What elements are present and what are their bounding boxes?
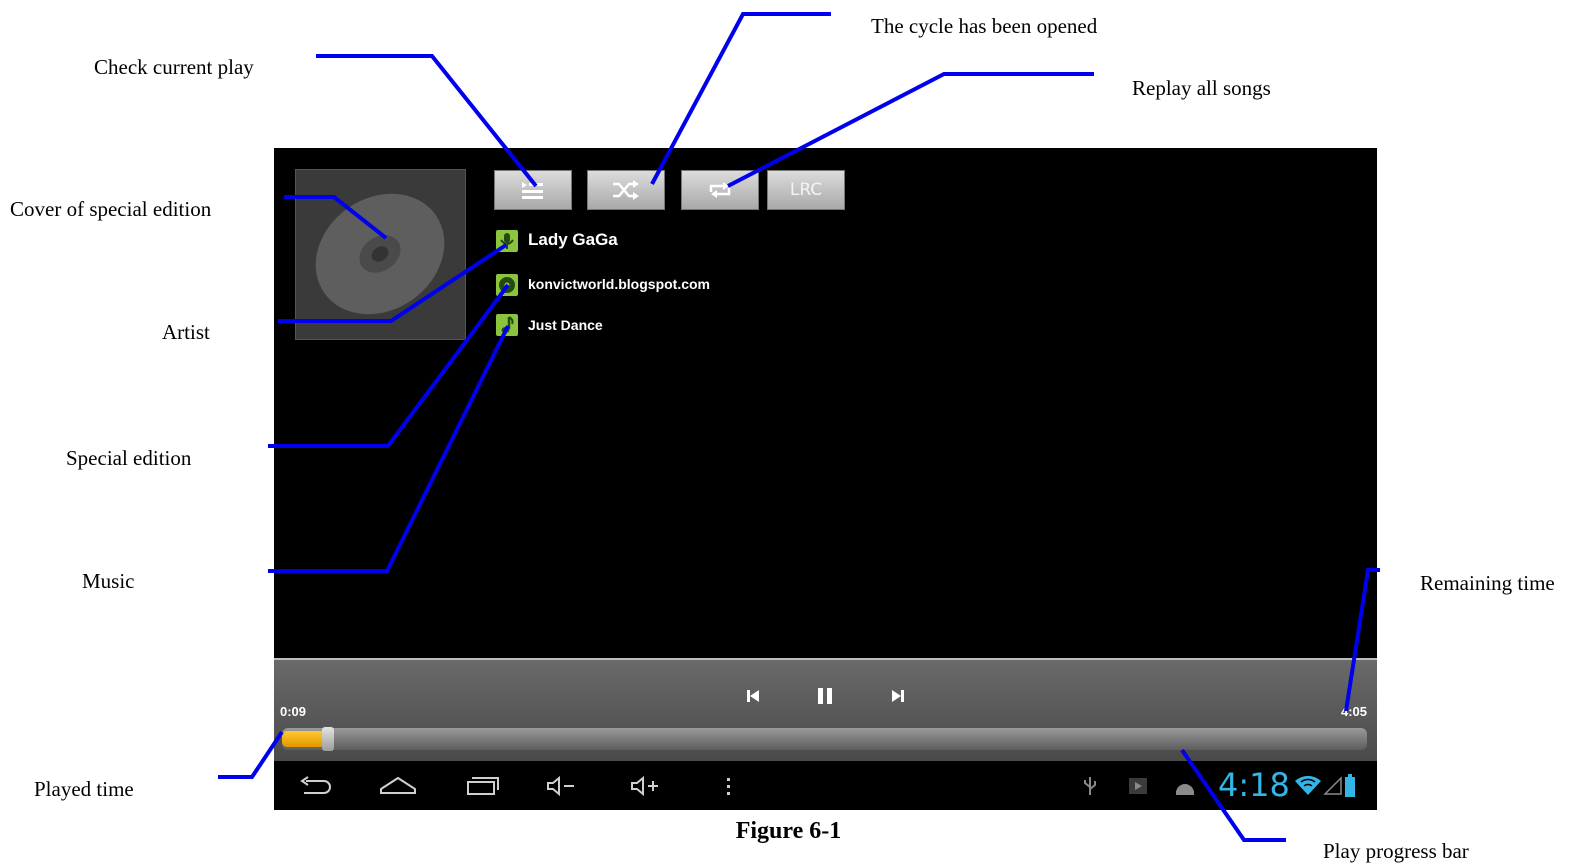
song-title: Just Dance [528,317,603,333]
pause-icon [818,688,832,704]
progress-fill [282,731,326,747]
recent-apps-icon [467,777,499,795]
annotation-replay-all: Replay all songs [1132,76,1271,100]
media-notification-icon [1126,771,1150,801]
lyrics-button[interactable]: LRC [767,170,845,210]
annotation-played-time: Played time [34,777,134,801]
status-clock: 4:18 [1218,766,1290,804]
annotation-special-edition: Special edition [66,446,192,470]
playback-panel: 0:09 4:05 [274,658,1377,761]
android-debug-icon [1172,771,1198,801]
annotation-remaining-time: Remaining time [1420,571,1555,595]
annotation-cover: Cover of special edition [10,197,212,221]
album-cover[interactable] [295,169,466,340]
annotation-check-current-play: Check current play [94,55,254,79]
back-button[interactable] [296,771,336,801]
artist-name: Lady GaGa [528,230,618,249]
shuffle-button[interactable] [587,170,665,210]
overflow-menu-icon [727,778,730,795]
progress-thumb[interactable] [322,727,334,751]
album-name: konvictworld.blogspot.com [528,276,711,292]
disc-icon [315,193,445,315]
progress-bar[interactable] [282,727,1367,751]
recent-apps-button[interactable] [462,771,502,801]
playlist-icon [522,182,543,199]
menu-button[interactable] [722,771,736,801]
music-player-screen: LRC Lady GaGa konvictworld.blogspot.com … [274,148,1377,810]
callout-line-played-time [218,730,284,779]
home-button[interactable] [376,771,420,801]
lrc-label: LRC [789,180,823,200]
skip-previous-icon [747,690,759,702]
repeat-button[interactable] [681,170,759,210]
repeat-icon [709,182,731,198]
cell-signal-icon [1322,771,1344,801]
pause-button[interactable] [808,681,842,711]
volume-down-button[interactable] [544,771,578,801]
album-icon [496,274,518,296]
skip-next-icon [892,690,904,702]
volume-up-icon [631,775,658,797]
volume-up-button[interactable] [628,771,662,801]
back-icon [300,776,331,794]
shuffle-icon [613,180,639,200]
current-playlist-button[interactable] [494,170,572,210]
home-icon [380,776,416,794]
annotation-music: Music [82,569,135,593]
annotation-artist: Artist [162,320,210,344]
usb-icon [1080,771,1100,801]
battery-icon [1342,771,1358,801]
next-track-button[interactable] [881,681,915,711]
figure-caption: Figure 6-1 [735,818,842,844]
microphone-icon [496,230,518,252]
previous-track-button[interactable] [736,681,770,711]
volume-down-icon [547,775,574,797]
music-note-icon [496,314,518,336]
annotation-cycle-opened: The cycle has been opened [871,14,1098,38]
wifi-icon [1294,771,1322,801]
total-time: 4:05 [1341,704,1368,719]
system-navigation-bar: 4:18 [274,761,1377,810]
played-time: 0:09 [280,704,307,719]
